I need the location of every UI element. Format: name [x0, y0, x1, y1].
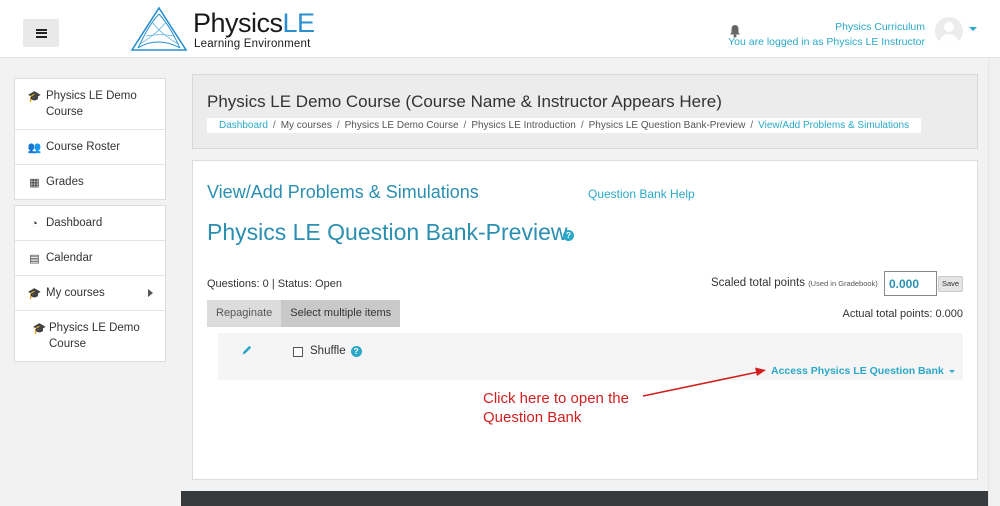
annotation-arrow	[642, 367, 766, 397]
annotation-line: Click here to open the	[483, 390, 629, 407]
footer-bar	[181, 491, 989, 506]
scrollbar[interactable]	[988, 58, 1000, 506]
annotation-text: Click here to open the Question Bank	[483, 389, 629, 427]
annotation-line: Question Bank	[483, 409, 582, 426]
